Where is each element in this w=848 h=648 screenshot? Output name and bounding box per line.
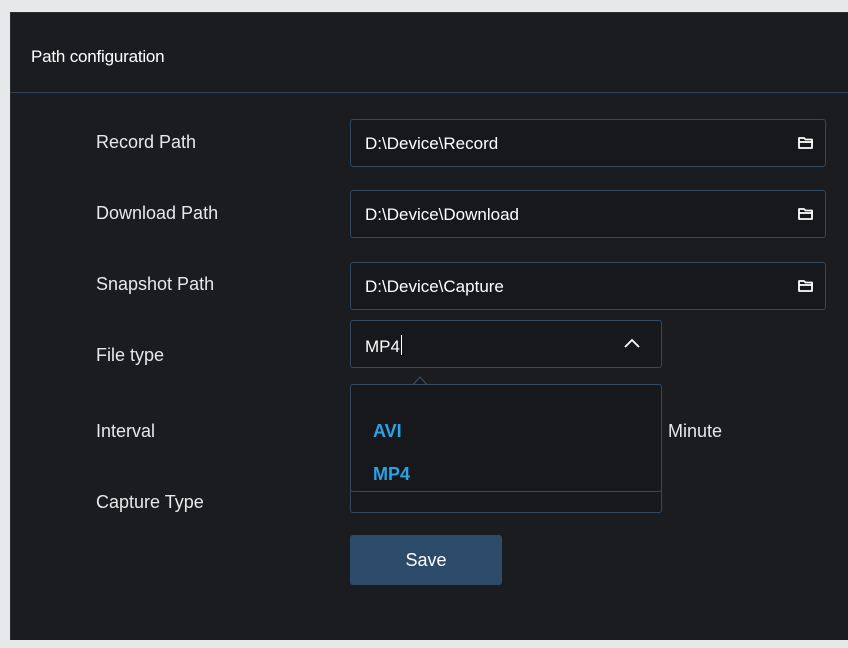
download-path-value: D:\Device\Download — [365, 205, 520, 224]
folder-icon[interactable] — [797, 134, 815, 152]
interval-unit: Minute — [668, 421, 723, 441]
panel-title: Path configuration — [31, 47, 165, 66]
snapshot-path-label: Snapshot Path — [96, 274, 215, 294]
panel-header: Path configuration — [11, 13, 848, 93]
file-type-select[interactable]: MP4 — [350, 320, 662, 368]
text-cursor — [400, 335, 402, 355]
snapshot-path-value: D:\Device\Capture — [365, 277, 504, 296]
chevron-up-icon[interactable] — [623, 336, 641, 350]
interval-label: Interval — [96, 421, 156, 441]
file-type-label: File type — [96, 345, 165, 365]
record-path-field[interactable]: D:\Device\Record — [350, 119, 826, 167]
snapshot-path-field[interactable]: D:\Device\Capture — [350, 262, 826, 310]
record-path-label: Record Path — [96, 132, 197, 152]
option-avi[interactable]: AVI — [373, 421, 402, 442]
folder-icon[interactable] — [797, 277, 815, 295]
file-type-value: MP4 — [365, 335, 402, 356]
download-path-field[interactable]: D:\Device\Download — [350, 190, 826, 238]
download-path-label: Download Path — [96, 203, 219, 223]
folder-icon[interactable] — [797, 205, 815, 223]
option-mp4[interactable]: MP4 — [373, 464, 410, 485]
record-path-value: D:\Device\Record — [365, 134, 499, 153]
save-button[interactable]: Save — [350, 535, 502, 585]
file-type-dropdown: AVI MP4 — [350, 384, 662, 492]
capture-type-label: Capture Type — [96, 492, 204, 512]
